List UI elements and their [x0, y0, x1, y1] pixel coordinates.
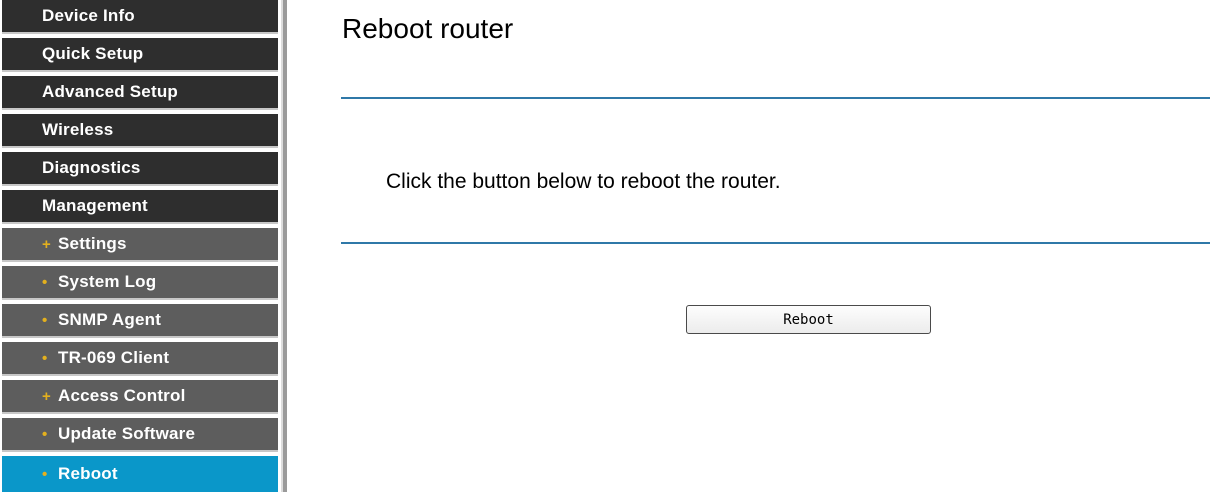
sidebar-item-label: Settings	[58, 234, 127, 253]
sidebar-item-tr069-client[interactable]: • TR-069 Client	[2, 342, 278, 376]
bullet-icon: •	[42, 311, 48, 329]
sidebar-item-diagnostics[interactable]: Diagnostics	[2, 152, 278, 186]
bullet-icon: •	[42, 273, 48, 291]
bullet-icon: •	[42, 349, 48, 367]
sidebar-item-label: Quick Setup	[42, 44, 144, 63]
sidebar-item-wireless[interactable]: Wireless	[2, 114, 278, 148]
plus-icon: +	[42, 387, 51, 405]
sidebar-item-access-control[interactable]: + Access Control	[2, 380, 278, 414]
sidebar-item-label: Advanced Setup	[42, 82, 178, 101]
divider-bottom	[341, 242, 1210, 244]
sidebar-item-snmp-agent[interactable]: • SNMP Agent	[2, 304, 278, 338]
reboot-instruction: Click the button below to reboot the rou…	[386, 170, 781, 193]
sidebar-item-label: Wireless	[42, 120, 114, 139]
frame-divider[interactable]	[283, 0, 287, 492]
sidebar-item-label: Management	[42, 196, 148, 215]
sidebar-item-advanced-setup[interactable]: Advanced Setup	[2, 76, 278, 110]
sidebar-item-label: TR-069 Client	[58, 348, 170, 367]
sidebar-item-management[interactable]: Management	[2, 190, 278, 224]
sidebar-item-label: Update Software	[58, 424, 196, 443]
plus-icon: +	[42, 235, 51, 253]
sidebar-item-device-info[interactable]: Device Info	[2, 0, 278, 34]
sidebar-item-label: Reboot	[58, 464, 118, 483]
sidebar-item-label: SNMP Agent	[58, 310, 162, 329]
divider-top	[341, 97, 1210, 99]
page-title: Reboot router	[342, 13, 514, 44]
reboot-button[interactable]: Reboot	[686, 305, 931, 334]
bullet-icon: •	[42, 425, 48, 443]
bullet-icon: •	[42, 465, 48, 483]
sidebar-item-label: Access Control	[58, 386, 186, 405]
sidebar-item-reboot[interactable]: • Reboot	[2, 456, 278, 492]
sidebar-item-settings[interactable]: + Settings	[2, 228, 278, 262]
sidebar-item-system-log[interactable]: • System Log	[2, 266, 278, 300]
sidebar-item-label: System Log	[58, 272, 157, 291]
sidebar-item-label: Device Info	[42, 6, 135, 25]
sidebar-item-update-software[interactable]: • Update Software	[2, 418, 278, 452]
sidebar-nav: Device Info Quick Setup Advanced Setup W…	[0, 0, 280, 492]
sidebar-item-label: Diagnostics	[42, 158, 141, 177]
sidebar-item-quick-setup[interactable]: Quick Setup	[2, 38, 278, 72]
